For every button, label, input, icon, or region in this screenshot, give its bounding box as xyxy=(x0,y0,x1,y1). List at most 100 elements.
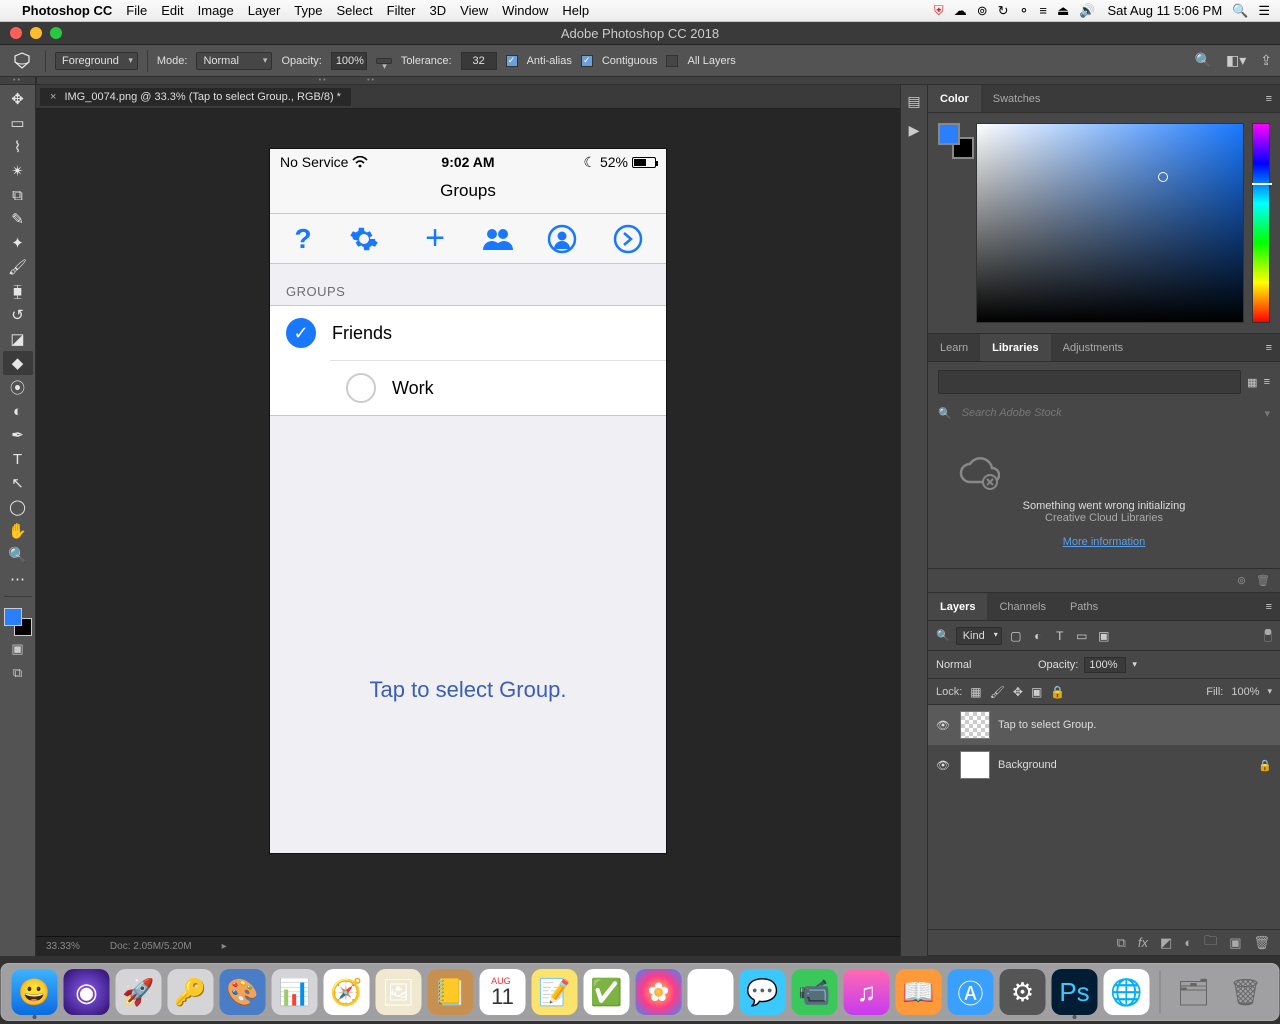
siri-icon[interactable]: ◉ xyxy=(64,969,110,1015)
calendar-icon[interactable]: AUG11 xyxy=(480,969,526,1015)
gear-icon[interactable] xyxy=(349,224,389,254)
search-icon[interactable]: 🔍 xyxy=(1195,52,1212,69)
opacity-flyout[interactable] xyxy=(376,58,392,64)
chevron-down-icon[interactable]: ▾ xyxy=(1132,659,1137,670)
chevron-down-icon[interactable]: ▾ xyxy=(1267,686,1272,697)
lock-icon[interactable]: 🔒 xyxy=(1258,759,1272,772)
channels-tab[interactable]: Channels xyxy=(987,593,1057,620)
downloads-icon[interactable]: 🗂 xyxy=(1171,969,1217,1015)
shape-tool[interactable]: ◯ xyxy=(3,495,33,519)
visibility-icon[interactable]: 👁 xyxy=(936,759,952,772)
panels-collapse-grip[interactable]: •• •• xyxy=(36,77,386,84)
lock-pixels-icon[interactable]: ▦ xyxy=(970,685,981,699)
paths-tab[interactable]: Paths xyxy=(1058,593,1110,620)
lib-trash-icon[interactable]: 🗑 xyxy=(1256,574,1270,587)
contiguous-checkbox[interactable]: ✓ xyxy=(581,55,593,67)
close-tab-icon[interactable]: × xyxy=(50,91,56,103)
filter-type-icon[interactable]: T xyxy=(1052,629,1068,643)
filter-adjust-icon[interactable]: ◐ xyxy=(1030,629,1046,643)
lib-search-placeholder[interactable]: Search Adobe Stock xyxy=(962,407,1062,419)
cloud-icon[interactable]: ☁ xyxy=(954,3,967,19)
layer-thumbnail[interactable] xyxy=(960,711,990,739)
share-icon[interactable]: ⇪ xyxy=(1260,52,1272,69)
panel-menu-icon[interactable]: ≡ xyxy=(1258,593,1280,620)
help-icon[interactable]: ? xyxy=(283,223,323,255)
volume-icon[interactable]: 🔊 xyxy=(1079,3,1095,19)
new-layer-icon[interactable]: ▣ xyxy=(1229,935,1241,951)
layer-blend-mode[interactable]: Normal xyxy=(936,659,1032,671)
layers-tab[interactable]: Layers xyxy=(928,593,987,620)
swatches-tab[interactable]: Swatches xyxy=(981,85,1053,112)
move-tool[interactable]: ✥ xyxy=(3,87,33,111)
lib-more-info-link[interactable]: More information xyxy=(1063,536,1146,548)
blend-mode-dropdown[interactable]: Normal xyxy=(196,52,272,70)
wifi-icon[interactable]: ⚬ xyxy=(1019,3,1030,19)
eyedropper-tool[interactable]: ✎ xyxy=(3,207,33,231)
photoshop-icon[interactable]: Ps xyxy=(1052,969,1098,1015)
timemachine-icon[interactable]: ↻ xyxy=(998,3,1009,19)
layer-fill-input[interactable]: 100% xyxy=(1231,686,1259,698)
appstore-icon[interactable]: Ⓐ xyxy=(948,969,994,1015)
chrome-icon[interactable]: 🌐 xyxy=(1104,969,1150,1015)
people-icon[interactable] xyxy=(481,226,521,252)
menu-window[interactable]: Window xyxy=(502,3,548,18)
layer-thumbnail[interactable] xyxy=(960,751,990,779)
toolbox-swatches[interactable] xyxy=(4,608,32,636)
crop-tool[interactable]: ⧉ xyxy=(3,183,33,207)
healing-brush-tool[interactable]: ✦ xyxy=(3,231,33,255)
panel-menu-icon[interactable]: ≡ xyxy=(1258,85,1280,112)
menu-help[interactable]: Help xyxy=(562,3,589,18)
canvas-stage[interactable]: No Service 9:02 AM ☾ 52% Groups ? xyxy=(36,109,900,956)
menu-file[interactable]: File xyxy=(126,3,147,18)
group-icon[interactable]: 🗀 xyxy=(1204,932,1217,954)
system-preferences-icon[interactable]: ⚙ xyxy=(1000,969,1046,1015)
color-field[interactable] xyxy=(976,123,1244,323)
path-select-tool[interactable]: ↖ xyxy=(3,471,33,495)
cc-icon[interactable]: ⊚ xyxy=(977,3,988,19)
layer-filter-kind[interactable]: Kind xyxy=(956,627,1002,645)
status-chevron-icon[interactable]: ▸ xyxy=(222,941,227,952)
reminders-icon[interactable]: ✅ xyxy=(584,969,630,1015)
type-tool[interactable]: T xyxy=(3,447,33,471)
layer-item[interactable]: 👁 Tap to select Group. xyxy=(928,705,1280,745)
color-tab[interactable]: Color xyxy=(928,85,981,112)
delete-layer-icon[interactable]: 🗑 xyxy=(1253,935,1270,951)
current-tool-icon[interactable] xyxy=(8,50,36,72)
history-panel-icon[interactable]: ▤ xyxy=(907,93,920,110)
activity-monitor-icon[interactable]: 📊 xyxy=(272,969,318,1015)
eraser-tool[interactable]: ◪ xyxy=(3,327,33,351)
close-window-button[interactable] xyxy=(10,27,22,39)
ibooks-icon[interactable]: 📖 xyxy=(896,969,942,1015)
person-circle-icon[interactable] xyxy=(547,224,587,254)
shield-icon[interactable]: ⛨ xyxy=(934,3,944,19)
libraries-dropdown[interactable] xyxy=(938,370,1241,394)
menu-layer[interactable]: Layer xyxy=(248,3,281,18)
itunes-icon[interactable]: ♫ xyxy=(844,969,890,1015)
check-icon[interactable]: ✓ xyxy=(286,318,316,348)
check-icon[interactable] xyxy=(346,373,376,403)
maps-icon[interactable]: 🗺 xyxy=(688,969,734,1015)
plus-icon[interactable]: + xyxy=(415,219,455,258)
antialias-checkbox[interactable]: ✓ xyxy=(506,55,518,67)
menu-filter[interactable]: Filter xyxy=(387,3,416,18)
ios-row-friends[interactable]: ✓ Friends xyxy=(270,306,666,360)
spotlight-icon[interactable]: 🔍 xyxy=(1232,3,1248,19)
workspace-icon[interactable]: ◧▾ xyxy=(1226,52,1246,69)
messages-icon[interactable]: 💬 xyxy=(740,969,786,1015)
menu-select[interactable]: Select xyxy=(336,3,372,18)
toolbox-collapse-grip[interactable]: •• xyxy=(0,77,36,84)
finder-icon[interactable]: 😀 xyxy=(12,969,58,1015)
keychain-icon[interactable]: 🔑 xyxy=(168,969,214,1015)
zoom-tool[interactable]: 🔍 xyxy=(3,543,33,567)
libraries-tab[interactable]: Libraries xyxy=(980,334,1050,361)
edit-toolbar[interactable]: ⋯ xyxy=(3,567,33,591)
zoom-window-button[interactable] xyxy=(50,27,62,39)
app-name[interactable]: Photoshop CC xyxy=(22,3,112,18)
layer-name[interactable]: Tap to select Group. xyxy=(998,719,1096,731)
trash-icon[interactable]: 🗑 xyxy=(1223,969,1269,1015)
zoom-level[interactable]: 33.33% xyxy=(46,941,80,952)
menu-image[interactable]: Image xyxy=(198,3,234,18)
quick-mask-icon[interactable]: ▣ xyxy=(3,638,33,660)
eject-icon[interactable]: ⏏ xyxy=(1057,3,1069,19)
color-panel-swatches[interactable] xyxy=(938,123,968,153)
